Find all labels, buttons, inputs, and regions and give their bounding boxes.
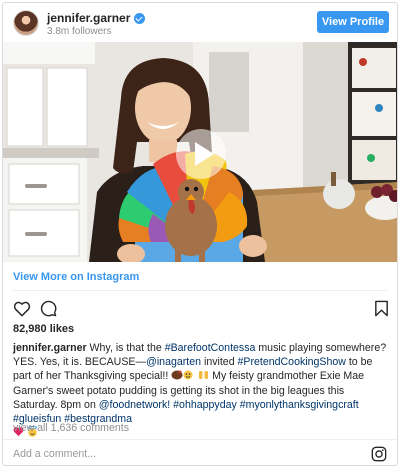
follower-count: 3.8m followers	[47, 26, 112, 37]
instagram-embed-card: jennifer.garner 3.8m followers View Prof…	[2, 2, 398, 466]
instagram-icon[interactable]	[371, 446, 387, 462]
like-count: 82,980 likes	[13, 323, 75, 335]
view-all-comments-link[interactable]: view all 1,636 comments	[13, 422, 129, 434]
hashtag-link[interactable]: #myonlythanksgivingcraft	[240, 399, 359, 411]
add-comment-input[interactable]	[13, 445, 353, 463]
play-icon[interactable]	[175, 128, 227, 180]
caption-username[interactable]: jennifer.garner	[13, 342, 87, 354]
view-profile-button[interactable]: View Profile	[317, 11, 389, 33]
bookmark-icon[interactable]	[374, 300, 389, 317]
mention-link[interactable]: @inagarten	[146, 356, 201, 368]
hashtag-link[interactable]: #BarefootContessa	[165, 342, 256, 354]
heart-icon[interactable]	[13, 300, 31, 317]
avatar[interactable]	[13, 10, 39, 36]
action-bar	[13, 300, 389, 318]
caption-text: invited	[201, 356, 238, 369]
mention-link[interactable]: @foodnetwork!	[99, 399, 170, 411]
divider	[13, 290, 387, 291]
divider	[3, 439, 397, 440]
username-row: jennifer.garner	[47, 11, 146, 25]
comment-icon[interactable]	[40, 300, 57, 317]
verified-badge-icon	[134, 12, 146, 24]
hashtag-link[interactable]: #ohhappyday	[173, 399, 237, 411]
post-video[interactable]	[3, 42, 397, 262]
post-header: jennifer.garner 3.8m followers View Prof…	[3, 3, 397, 43]
hashtag-link[interactable]: #PretendCookingShow	[238, 356, 346, 368]
caption-text: Why, is that the	[86, 342, 165, 354]
raised-hands-emoji-icon	[199, 371, 209, 380]
turkey-emoji-icon	[171, 370, 193, 380]
username[interactable]: jennifer.garner	[47, 11, 130, 25]
view-more-link[interactable]: View More on Instagram	[13, 271, 139, 283]
